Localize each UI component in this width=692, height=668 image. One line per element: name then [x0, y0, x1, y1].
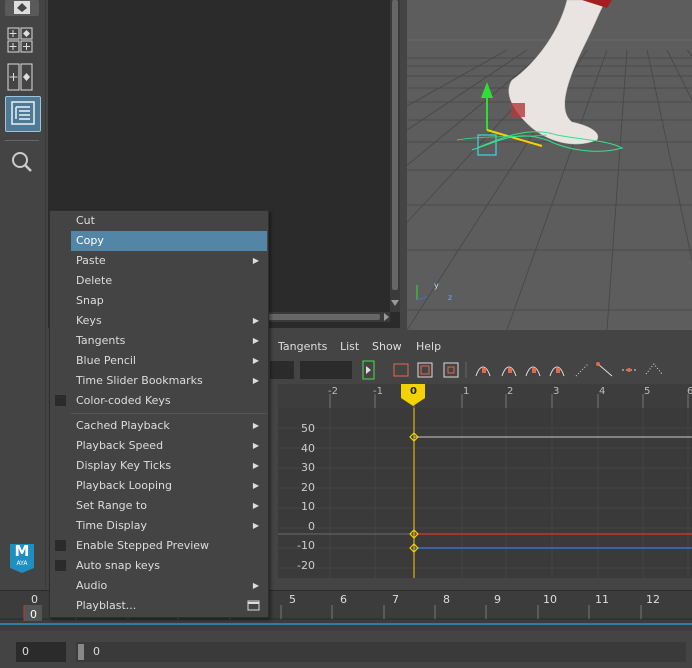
- menu-list[interactable]: List: [340, 340, 359, 353]
- range-slider-bar: 0 0: [0, 636, 692, 668]
- submenu-arrow-icon: ▶: [252, 441, 259, 450]
- submenu-arrow-icon: ▶: [252, 581, 259, 590]
- menu-item-delete[interactable]: Delete: [71, 271, 267, 291]
- menu-item-tangents[interactable]: Tangents ▶: [71, 331, 267, 351]
- range-slider-handle[interactable]: [78, 644, 84, 660]
- toolbar-field-2[interactable]: [300, 361, 352, 379]
- search-icon[interactable]: [5, 147, 39, 177]
- menu-item-time-slider-bookmarks[interactable]: Time Slider Bookmarks ▶: [71, 371, 267, 391]
- ruler-tick: -2: [328, 386, 338, 397]
- time-slider-tick: 0: [31, 593, 38, 606]
- 3d-viewport[interactable]: y z: [407, 0, 692, 330]
- submenu-arrow-icon: ▶: [252, 256, 259, 265]
- menu-item-color-coded-keys[interactable]: Color-coded Keys: [71, 391, 267, 411]
- y-axis-label: -10: [297, 539, 315, 552]
- toolbar-field-1[interactable]: [270, 361, 294, 379]
- range-start-value: 0: [93, 645, 100, 658]
- svg-text:y: y: [434, 281, 439, 290]
- menu-separator: [71, 413, 267, 414]
- graph-editor-graph[interactable]: [278, 408, 692, 578]
- layout-two-icon[interactable]: [5, 62, 39, 92]
- menu-item-enable-stepped-preview[interactable]: Enable Stepped Preview: [71, 536, 267, 556]
- menu-item-keys[interactable]: Keys ▶: [71, 311, 267, 331]
- graph-editor-menubar: Tangents List Show Help: [268, 336, 692, 358]
- ruler-tick: 6: [687, 386, 692, 397]
- graph-editor-time-ruler[interactable]: -2 -1 0 1 2 3 4 5 6: [278, 384, 692, 409]
- time-slider-tick: 8: [443, 593, 450, 606]
- time-slider-current-frame: 0: [30, 608, 37, 621]
- graph-editor-toolbar: [268, 358, 692, 382]
- time-slider-tick: 9: [494, 593, 501, 606]
- menu-item-copy[interactable]: Copy: [71, 231, 267, 251]
- y-axis-label: 40: [301, 442, 315, 455]
- submenu-arrow-icon: ▶: [252, 336, 259, 345]
- menu-tangents[interactable]: Tangents: [278, 340, 327, 353]
- submenu-arrow-icon: ▶: [252, 461, 259, 470]
- y-axis-label: 10: [301, 500, 315, 513]
- layout-four-icon[interactable]: [5, 26, 39, 56]
- range-slider[interactable]: 0: [76, 642, 686, 662]
- menu-item-cached-playback[interactable]: Cached Playback ▶: [71, 416, 267, 436]
- start-time-value: 0: [22, 645, 29, 658]
- time-slider-tick: 6: [340, 593, 347, 606]
- enable-stepped-preview-checkbox[interactable]: [55, 540, 66, 551]
- toolbox: M AYA: [0, 0, 46, 590]
- ruler-tick: 3: [553, 386, 560, 397]
- app-logo-sub: AYA: [16, 560, 28, 567]
- y-axis-label: 30: [301, 461, 315, 474]
- outliner-layout-icon[interactable]: [5, 96, 41, 132]
- time-slider-tick: 11: [595, 593, 609, 606]
- graph-editor-tool-icons[interactable]: [362, 358, 692, 382]
- menu-item-playblast[interactable]: Playblast...: [71, 596, 267, 616]
- option-box-icon[interactable]: [247, 600, 261, 612]
- menu-item-auto-snap-keys[interactable]: Auto snap keys: [71, 556, 267, 576]
- menu-item-cut[interactable]: Cut: [71, 211, 267, 231]
- menu-show[interactable]: Show: [372, 340, 402, 353]
- ruler-tick: 4: [599, 386, 606, 397]
- layout-single-icon[interactable]: [5, 0, 39, 16]
- ruler-tick: -1: [373, 386, 383, 397]
- submenu-arrow-icon: ▶: [252, 521, 259, 530]
- menu-item-time-display[interactable]: Time Display ▶: [71, 516, 267, 536]
- menu-item-blue-pencil[interactable]: Blue Pencil ▶: [71, 351, 267, 371]
- y-axis-label: 20: [301, 481, 315, 494]
- ruler-current-frame: 0: [410, 386, 417, 397]
- ruler-tick: 2: [507, 386, 514, 397]
- menu-item-set-range-to[interactable]: Set Range to ▶: [71, 496, 267, 516]
- viewport-scene: y z: [407, 0, 692, 330]
- time-slider-tick: 10: [543, 593, 557, 606]
- submenu-arrow-icon: ▶: [252, 356, 259, 365]
- start-time-field[interactable]: 0: [16, 642, 66, 662]
- graph-curves: [278, 408, 692, 578]
- submenu-arrow-icon: ▶: [252, 481, 259, 490]
- ruler-tick: 1: [463, 386, 470, 397]
- time-slider-tick: 12: [646, 593, 660, 606]
- y-axis-label: 50: [301, 422, 315, 435]
- ruler-tick: 5: [644, 386, 651, 397]
- submenu-arrow-icon: ▶: [252, 501, 259, 510]
- menu-item-display-key-ticks[interactable]: Display Key Ticks ▶: [71, 456, 267, 476]
- menu-item-snap[interactable]: Snap: [71, 291, 267, 311]
- auto-snap-keys-checkbox[interactable]: [55, 560, 66, 571]
- color-coded-keys-checkbox[interactable]: [55, 395, 66, 406]
- menu-item-playback-speed[interactable]: Playback Speed ▶: [71, 436, 267, 456]
- y-axis-label: 0: [308, 520, 315, 533]
- time-slider-context-menu: Cut Copy Paste ▶ Delete Snap Keys ▶ Tangen…: [49, 210, 269, 618]
- time-slider-tick: 7: [392, 593, 399, 606]
- outliner-vertical-scrollbar[interactable]: [390, 0, 400, 312]
- menu-item-playback-looping[interactable]: Playback Looping ▶: [71, 476, 267, 496]
- svg-text:z: z: [448, 293, 452, 302]
- y-axis-label: -20: [297, 559, 315, 572]
- submenu-arrow-icon: ▶: [252, 316, 259, 325]
- submenu-arrow-icon: ▶: [252, 376, 259, 385]
- submenu-arrow-icon: ▶: [252, 421, 259, 430]
- menu-item-audio[interactable]: Audio ▶: [71, 576, 267, 596]
- menu-item-paste[interactable]: Paste ▶: [71, 251, 267, 271]
- menu-help[interactable]: Help: [416, 340, 441, 353]
- time-slider-tick: 5: [289, 593, 296, 606]
- app-logo: M AYA: [7, 540, 37, 574]
- app-logo-letter: M: [14, 542, 30, 560]
